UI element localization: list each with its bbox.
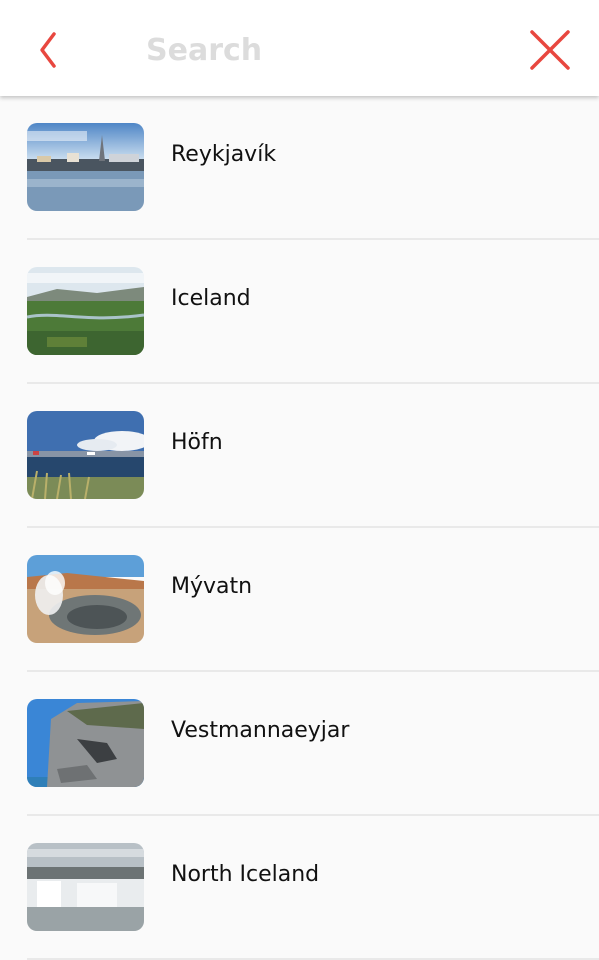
- sea-cliff-photo: [27, 699, 144, 787]
- destination-list: Reykjavík Iceland Höfn Mývatn Vestmannae…: [0, 96, 599, 960]
- list-item-myvatn[interactable]: Mývatn: [0, 528, 599, 672]
- destination-name: Mývatn: [171, 574, 253, 599]
- green-valley-photo: [27, 267, 144, 355]
- destination-name: Höfn: [171, 430, 223, 455]
- steam-vent-photo: [27, 555, 144, 643]
- list-item-vestmannaeyjar[interactable]: Vestmannaeyjar: [0, 672, 599, 816]
- close-icon[interactable]: [528, 28, 572, 72]
- search-input[interactable]: [146, 28, 486, 72]
- top-app-bar: [0, 0, 599, 96]
- harbor-photo: [27, 411, 144, 499]
- back-chevron-icon[interactable]: [34, 30, 62, 70]
- waterfall-photo: [27, 843, 144, 931]
- city-waterfront-photo: [27, 123, 144, 211]
- list-item-hofn[interactable]: Höfn: [0, 384, 599, 528]
- list-item-north-iceland[interactable]: North Iceland: [0, 816, 599, 960]
- list-item-iceland[interactable]: Iceland: [0, 240, 599, 384]
- destination-name: Iceland: [171, 286, 251, 311]
- destination-name: Reykjavík: [171, 142, 277, 167]
- destination-name: North Iceland: [171, 862, 320, 887]
- destination-name: Vestmannaeyjar: [171, 718, 350, 743]
- list-item-reykjavik[interactable]: Reykjavík: [0, 96, 599, 240]
